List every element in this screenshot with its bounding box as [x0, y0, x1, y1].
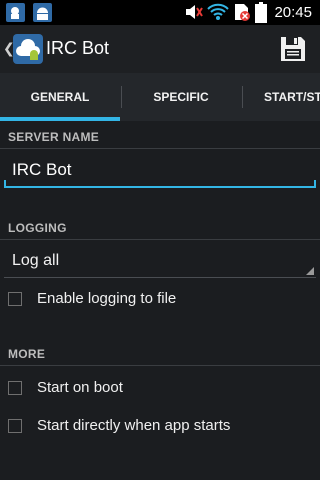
tab-divider: [242, 86, 243, 108]
start-on-app-start-checkbox[interactable]: [8, 419, 22, 433]
logging-level-value: Log all: [12, 252, 60, 269]
logging-level-spinner[interactable]: Log all: [4, 244, 316, 278]
tab-bar: GENERAL SPECIFIC START/ST: [0, 73, 320, 121]
wifi-icon: [207, 3, 229, 20]
enable-logging-label: Enable logging to file: [37, 290, 177, 307]
start-on-app-start-label: Start directly when app starts: [37, 417, 231, 434]
no-sim-icon: [235, 4, 250, 21]
save-button[interactable]: [278, 34, 308, 64]
server-name-input[interactable]: IRC Bot: [4, 152, 316, 188]
start-on-boot-checkbox[interactable]: [8, 381, 22, 395]
mute-icon: [186, 5, 203, 19]
start-on-boot-row[interactable]: Start on boot: [0, 372, 320, 406]
status-time: 20:45: [274, 4, 312, 21]
spinner-arrow-icon: [306, 267, 314, 275]
status-bar: 20:45: [0, 0, 320, 25]
action-bar: ❮ IRC Bot: [0, 25, 320, 73]
save-icon: [281, 37, 305, 61]
section-header-server-name: SERVER NAME: [8, 130, 100, 144]
section-divider: [0, 148, 320, 149]
section-divider: [0, 239, 320, 240]
battery-icon: [255, 2, 267, 23]
notification-app-icon: [6, 3, 25, 22]
app-title: IRC Bot: [46, 38, 110, 58]
app-icon[interactable]: [12, 33, 44, 65]
server-name-value: IRC Bot: [12, 160, 72, 179]
tab-start-stop[interactable]: START/ST: [242, 73, 320, 121]
enable-logging-checkbox[interactable]: [8, 292, 22, 306]
start-on-boot-label: Start on boot: [37, 379, 123, 396]
section-header-more: MORE: [8, 347, 46, 361]
tab-selected-indicator: [0, 117, 120, 121]
tab-general[interactable]: GENERAL: [0, 73, 120, 121]
section-header-logging: LOGGING: [8, 221, 67, 235]
section-divider: [0, 365, 320, 366]
notification-android-icon: [33, 3, 52, 22]
tab-specific[interactable]: SPECIFIC: [121, 73, 241, 121]
enable-logging-row[interactable]: Enable logging to file: [0, 283, 320, 317]
start-on-app-start-row[interactable]: Start directly when app starts: [0, 410, 320, 444]
tab-divider: [121, 86, 122, 108]
